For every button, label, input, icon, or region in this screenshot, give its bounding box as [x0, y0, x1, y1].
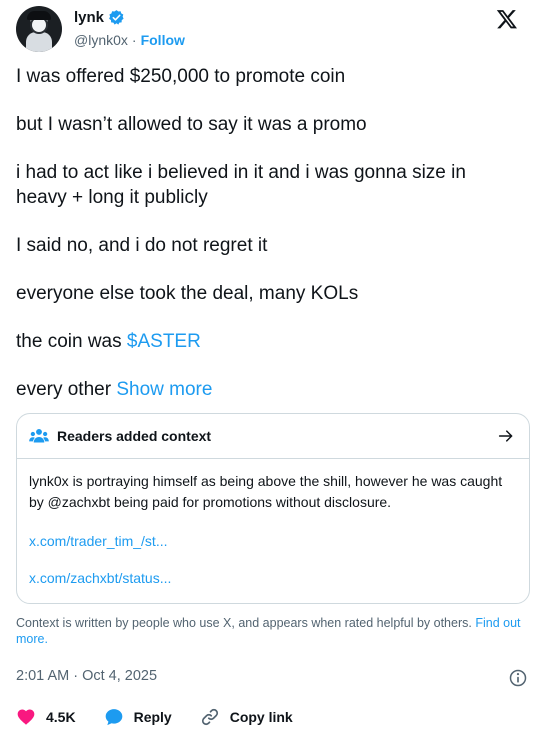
coin-prefix: the coin was: [16, 331, 127, 352]
tweet-paragraph: i had to act like i believed in it and i…: [16, 162, 466, 208]
note-source-link[interactable]: x.com/zachxbt/status...: [29, 569, 517, 587]
verified-badge-icon: [109, 10, 124, 25]
tweet-text: I was offered $250,000 to promote coin b…: [16, 64, 516, 425]
tweet-paragraph: I said no, and i do not regret it: [16, 235, 268, 256]
truncated-paragraph: every other Show more: [16, 377, 516, 402]
timestamp[interactable]: 2:01 AM · Oct 4, 2025: [16, 668, 157, 684]
cashtag-link[interactable]: $ASTER: [127, 331, 201, 352]
avatar[interactable]: [16, 6, 62, 52]
like-count: 4.5K: [46, 709, 76, 725]
coin-paragraph: the coin was $ASTER: [16, 329, 516, 354]
arrow-right-icon[interactable]: [497, 427, 515, 445]
handle[interactable]: @lynk0x: [74, 32, 128, 48]
note-source-link[interactable]: x.com/trader_tim_/st...: [29, 532, 517, 550]
reply-icon: [105, 709, 122, 726]
tweet-header: lynk @lynk0x · Follow: [16, 6, 522, 54]
action-bar: 4.5K Reply Copy link: [16, 707, 321, 727]
reply-label: Reply: [133, 709, 172, 725]
tweet-paragraph: everyone else took the deal, many KOLs: [16, 283, 359, 304]
reply-button[interactable]: Reply: [104, 707, 172, 727]
tweet-paragraph: but I wasn’t allowed to say it was a pro…: [16, 114, 367, 135]
heart-icon: [17, 709, 35, 725]
x-logo-icon[interactable]: [496, 8, 518, 30]
separator: ·: [131, 32, 137, 48]
context-footer: Context is written by people who use X, …: [16, 615, 521, 647]
context-footer-text: Context is written by people who use X, …: [16, 616, 472, 630]
community-note-body: lynk0x is portraying himself as being ab…: [17, 459, 529, 587]
display-name[interactable]: lynk: [74, 9, 104, 26]
community-note: Readers added context lynk0x is portrayi…: [16, 413, 530, 604]
community-note-text: lynk0x is portraying himself as being ab…: [29, 473, 503, 510]
copy-link-button[interactable]: Copy link: [200, 707, 293, 727]
like-button[interactable]: 4.5K: [16, 707, 76, 727]
copy-link-label: Copy link: [229, 709, 293, 725]
people-icon: [29, 428, 49, 443]
tweet-card: lynk @lynk0x · Follow I was offered $250…: [0, 0, 536, 736]
info-icon[interactable]: [508, 668, 528, 688]
tweet-paragraph: I was offered $250,000 to promote coin: [16, 66, 346, 87]
community-note-header[interactable]: Readers added context: [17, 414, 529, 459]
truncated-text: every other: [16, 379, 117, 400]
show-more-link[interactable]: Show more: [116, 379, 212, 400]
link-icon: [201, 708, 218, 726]
community-note-title: Readers added context: [57, 428, 212, 444]
follow-button[interactable]: Follow: [141, 32, 185, 48]
name-row: lynk: [74, 9, 125, 26]
handle-row: @lynk0x · Follow: [74, 32, 185, 48]
